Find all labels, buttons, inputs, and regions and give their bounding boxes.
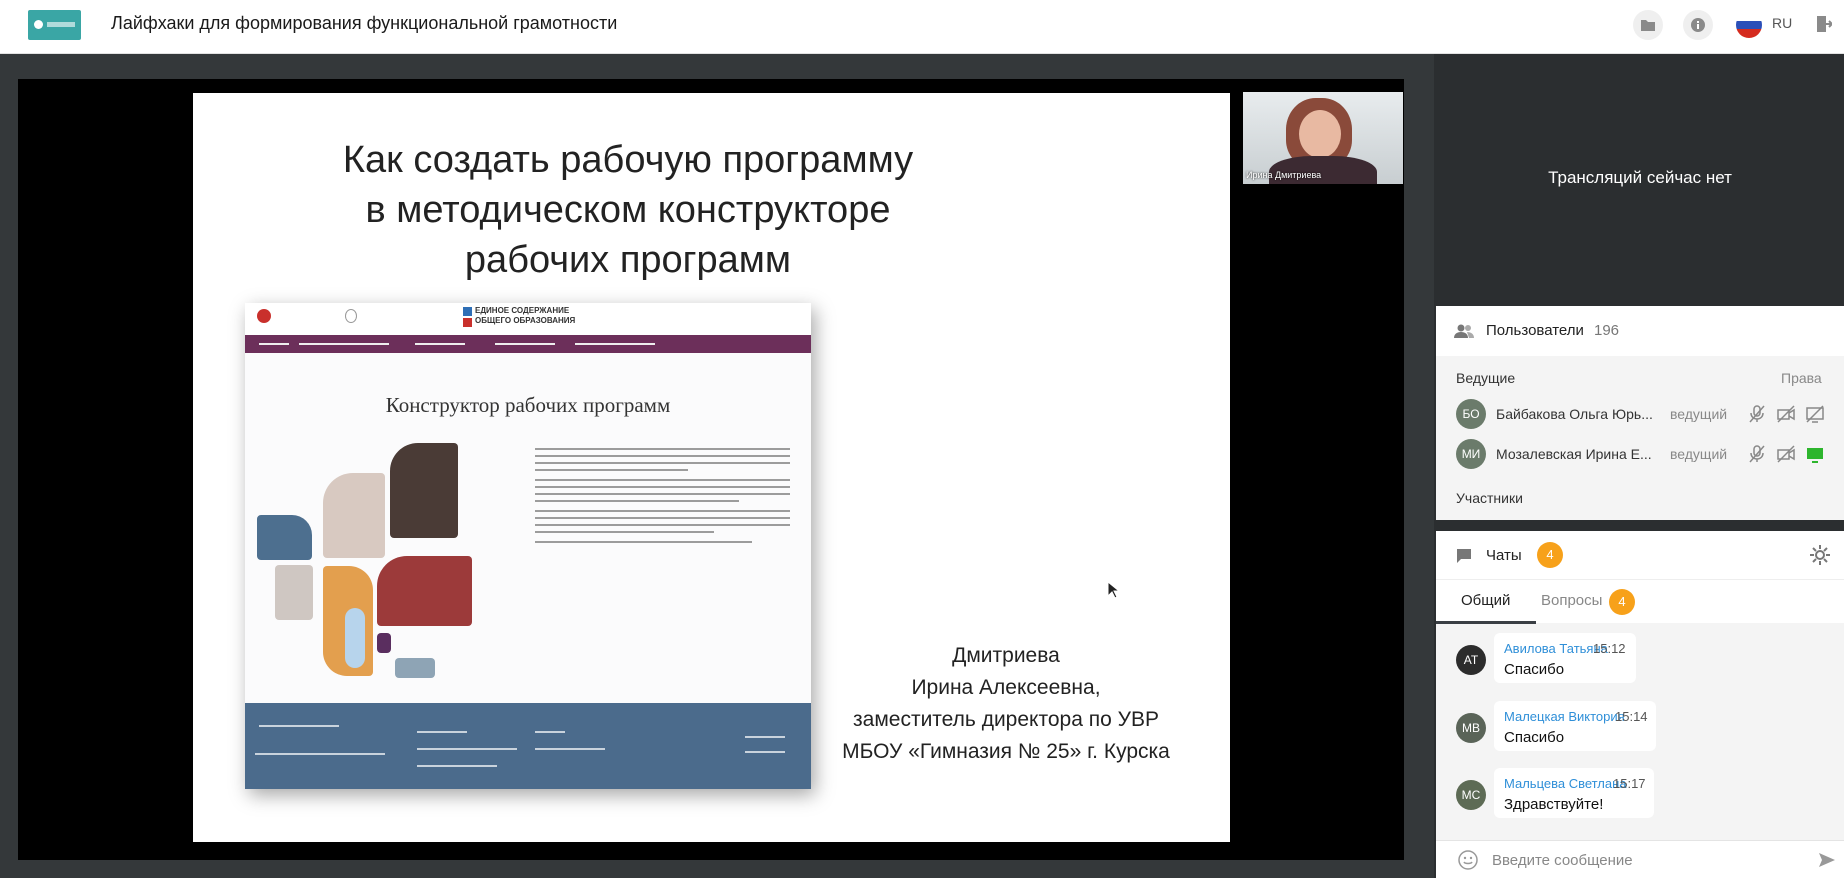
camera-off-icon[interactable] — [1777, 405, 1795, 423]
host-role: ведущий — [1670, 406, 1728, 422]
tab-general[interactable]: Общий — [1461, 592, 1510, 609]
mini-heading: Конструктор рабочих программ — [385, 393, 671, 417]
chat-message: МВ Малецкая Виктория 15:14 Спасибо — [1456, 701, 1844, 755]
message-time: 15:12 — [1593, 641, 1626, 656]
slide-title-line: рабочих программ — [464, 239, 792, 281]
presenter-line: МБОУ «Гимназия № 25» г. Курска — [842, 740, 1170, 763]
info-button[interactable] — [1683, 10, 1713, 40]
users-icon — [1454, 324, 1474, 338]
host-name: Мозалевская Ирина Е... — [1496, 446, 1652, 462]
webcam-name: Ирина Дмитриева — [1246, 170, 1322, 180]
webcam-video[interactable]: Ирина Дмитриева — [1243, 92, 1403, 184]
presenter-line: заместитель директора по УВР — [853, 708, 1159, 731]
broadcast-panel: Трансляций сейчас нет — [1436, 54, 1844, 304]
message-time: 15:14 — [1615, 709, 1648, 724]
top-bar: Лайфхаки для формирования функциональной… — [0, 0, 1844, 54]
mouse-cursor-icon — [1107, 581, 1119, 599]
chat-message: АТ Авилова Татьяна 15:12 Спасибо — [1456, 633, 1844, 687]
avatar: МС — [1456, 780, 1486, 810]
files-button[interactable] — [1633, 10, 1663, 40]
host-name: Байбакова Ольга Юрь... — [1496, 406, 1653, 422]
chat-label: Чаты — [1486, 547, 1522, 564]
emoji-icon[interactable] — [1458, 850, 1478, 870]
camera-off-icon[interactable] — [1777, 445, 1795, 463]
message-text: Здравствуйте! — [1504, 796, 1604, 813]
host-row[interactable]: БО Байбакова Ольга Юрь... ведущий — [1436, 395, 1844, 433]
avatar: АТ — [1456, 645, 1486, 675]
chat-header[interactable]: Чаты 4 — [1436, 531, 1844, 579]
brand-text: ЕДИНОЕ СОДЕРЖАНИЕ ОБЩЕГО ОБРАЗОВАНИЯ — [475, 306, 576, 325]
chat-input-bar — [1436, 840, 1844, 878]
mini-nav-bar — [245, 335, 811, 353]
mini-paragraphs — [535, 448, 790, 548]
chat-panel: Чаты 4 Общий Вопросы 4 АТ Авилова Татьян… — [1436, 531, 1844, 878]
host-row[interactable]: МИ Мозалевская Ирина Е... ведущий — [1436, 435, 1844, 473]
slide-title-line: в методическом конструкторе — [365, 189, 891, 231]
slide-title: Как создать рабочую программу в методиче… — [193, 135, 1063, 285]
users-count: 196 — [1594, 322, 1620, 339]
screen-share-off-icon[interactable] — [1806, 405, 1824, 423]
app-logo[interactable] — [28, 10, 81, 40]
users-header[interactable]: Пользователи 196 — [1436, 306, 1844, 356]
message-author[interactable]: Мальцева Светлана — [1504, 776, 1627, 791]
users-label: Пользователи — [1486, 322, 1584, 339]
participants-section-label: Участники — [1456, 490, 1523, 506]
message-text: Спасибо — [1504, 729, 1565, 746]
language-flag-icon[interactable] — [1736, 12, 1762, 38]
avatar: МВ — [1456, 713, 1486, 743]
emblem-icon — [257, 309, 271, 323]
mic-off-icon[interactable] — [1749, 405, 1765, 423]
webinar-title: Лайфхаки для формирования функциональной… — [111, 13, 618, 33]
message-author[interactable]: Малецкая Виктория — [1504, 709, 1625, 724]
mic-off-icon[interactable] — [1749, 445, 1765, 463]
avatar: БО — [1456, 399, 1486, 429]
broadcast-status: Трансляций сейчас нет — [1548, 168, 1732, 187]
send-icon[interactable] — [1818, 852, 1836, 868]
info-icon — [1691, 18, 1705, 32]
questions-badge: 4 — [1609, 589, 1635, 615]
folder-icon — [1641, 20, 1655, 31]
tab-questions[interactable]: Вопросы — [1541, 592, 1602, 609]
message-input[interactable] — [1492, 849, 1792, 871]
emblem-icon — [345, 309, 357, 323]
message-time: 15:17 — [1613, 776, 1646, 791]
chat-unread-badge: 4 — [1537, 542, 1563, 568]
users-panel: Пользователи 196 Ведущие Права БО Байбак… — [1436, 306, 1844, 520]
host-role: ведущий — [1670, 446, 1728, 462]
website-screenshot-image: ЕДИНОЕ СОДЕРЖАНИЕ ОБЩЕГО ОБРАЗОВАНИЯ Кон… — [245, 303, 811, 789]
presenter-line: Ирина Алексеевна, — [911, 676, 1101, 699]
presenter-line: Дмитриева — [952, 644, 1060, 667]
exit-icon[interactable] — [1816, 14, 1832, 34]
language-selector[interactable]: RU — [1772, 15, 1792, 31]
hosts-section-label: Ведущие — [1456, 370, 1516, 386]
presentation-slide: Как создать рабочую программу в методиче… — [193, 93, 1230, 842]
avatar: МИ — [1456, 439, 1486, 469]
chat-tabs: Общий Вопросы 4 — [1436, 579, 1844, 624]
message-text: Спасибо — [1504, 661, 1565, 678]
screen-share-on-icon[interactable] — [1806, 445, 1824, 463]
mini-footer — [245, 703, 811, 789]
chat-message: МС Мальцева Светлана 15:17 Здравствуйте! — [1456, 768, 1844, 822]
slide-title-line: Как создать рабочую программу — [342, 139, 914, 181]
chat-icon — [1457, 549, 1471, 563]
rights-label: Права — [1781, 370, 1822, 386]
active-tab-indicator — [1436, 621, 1536, 624]
gear-icon[interactable] — [1808, 543, 1832, 567]
